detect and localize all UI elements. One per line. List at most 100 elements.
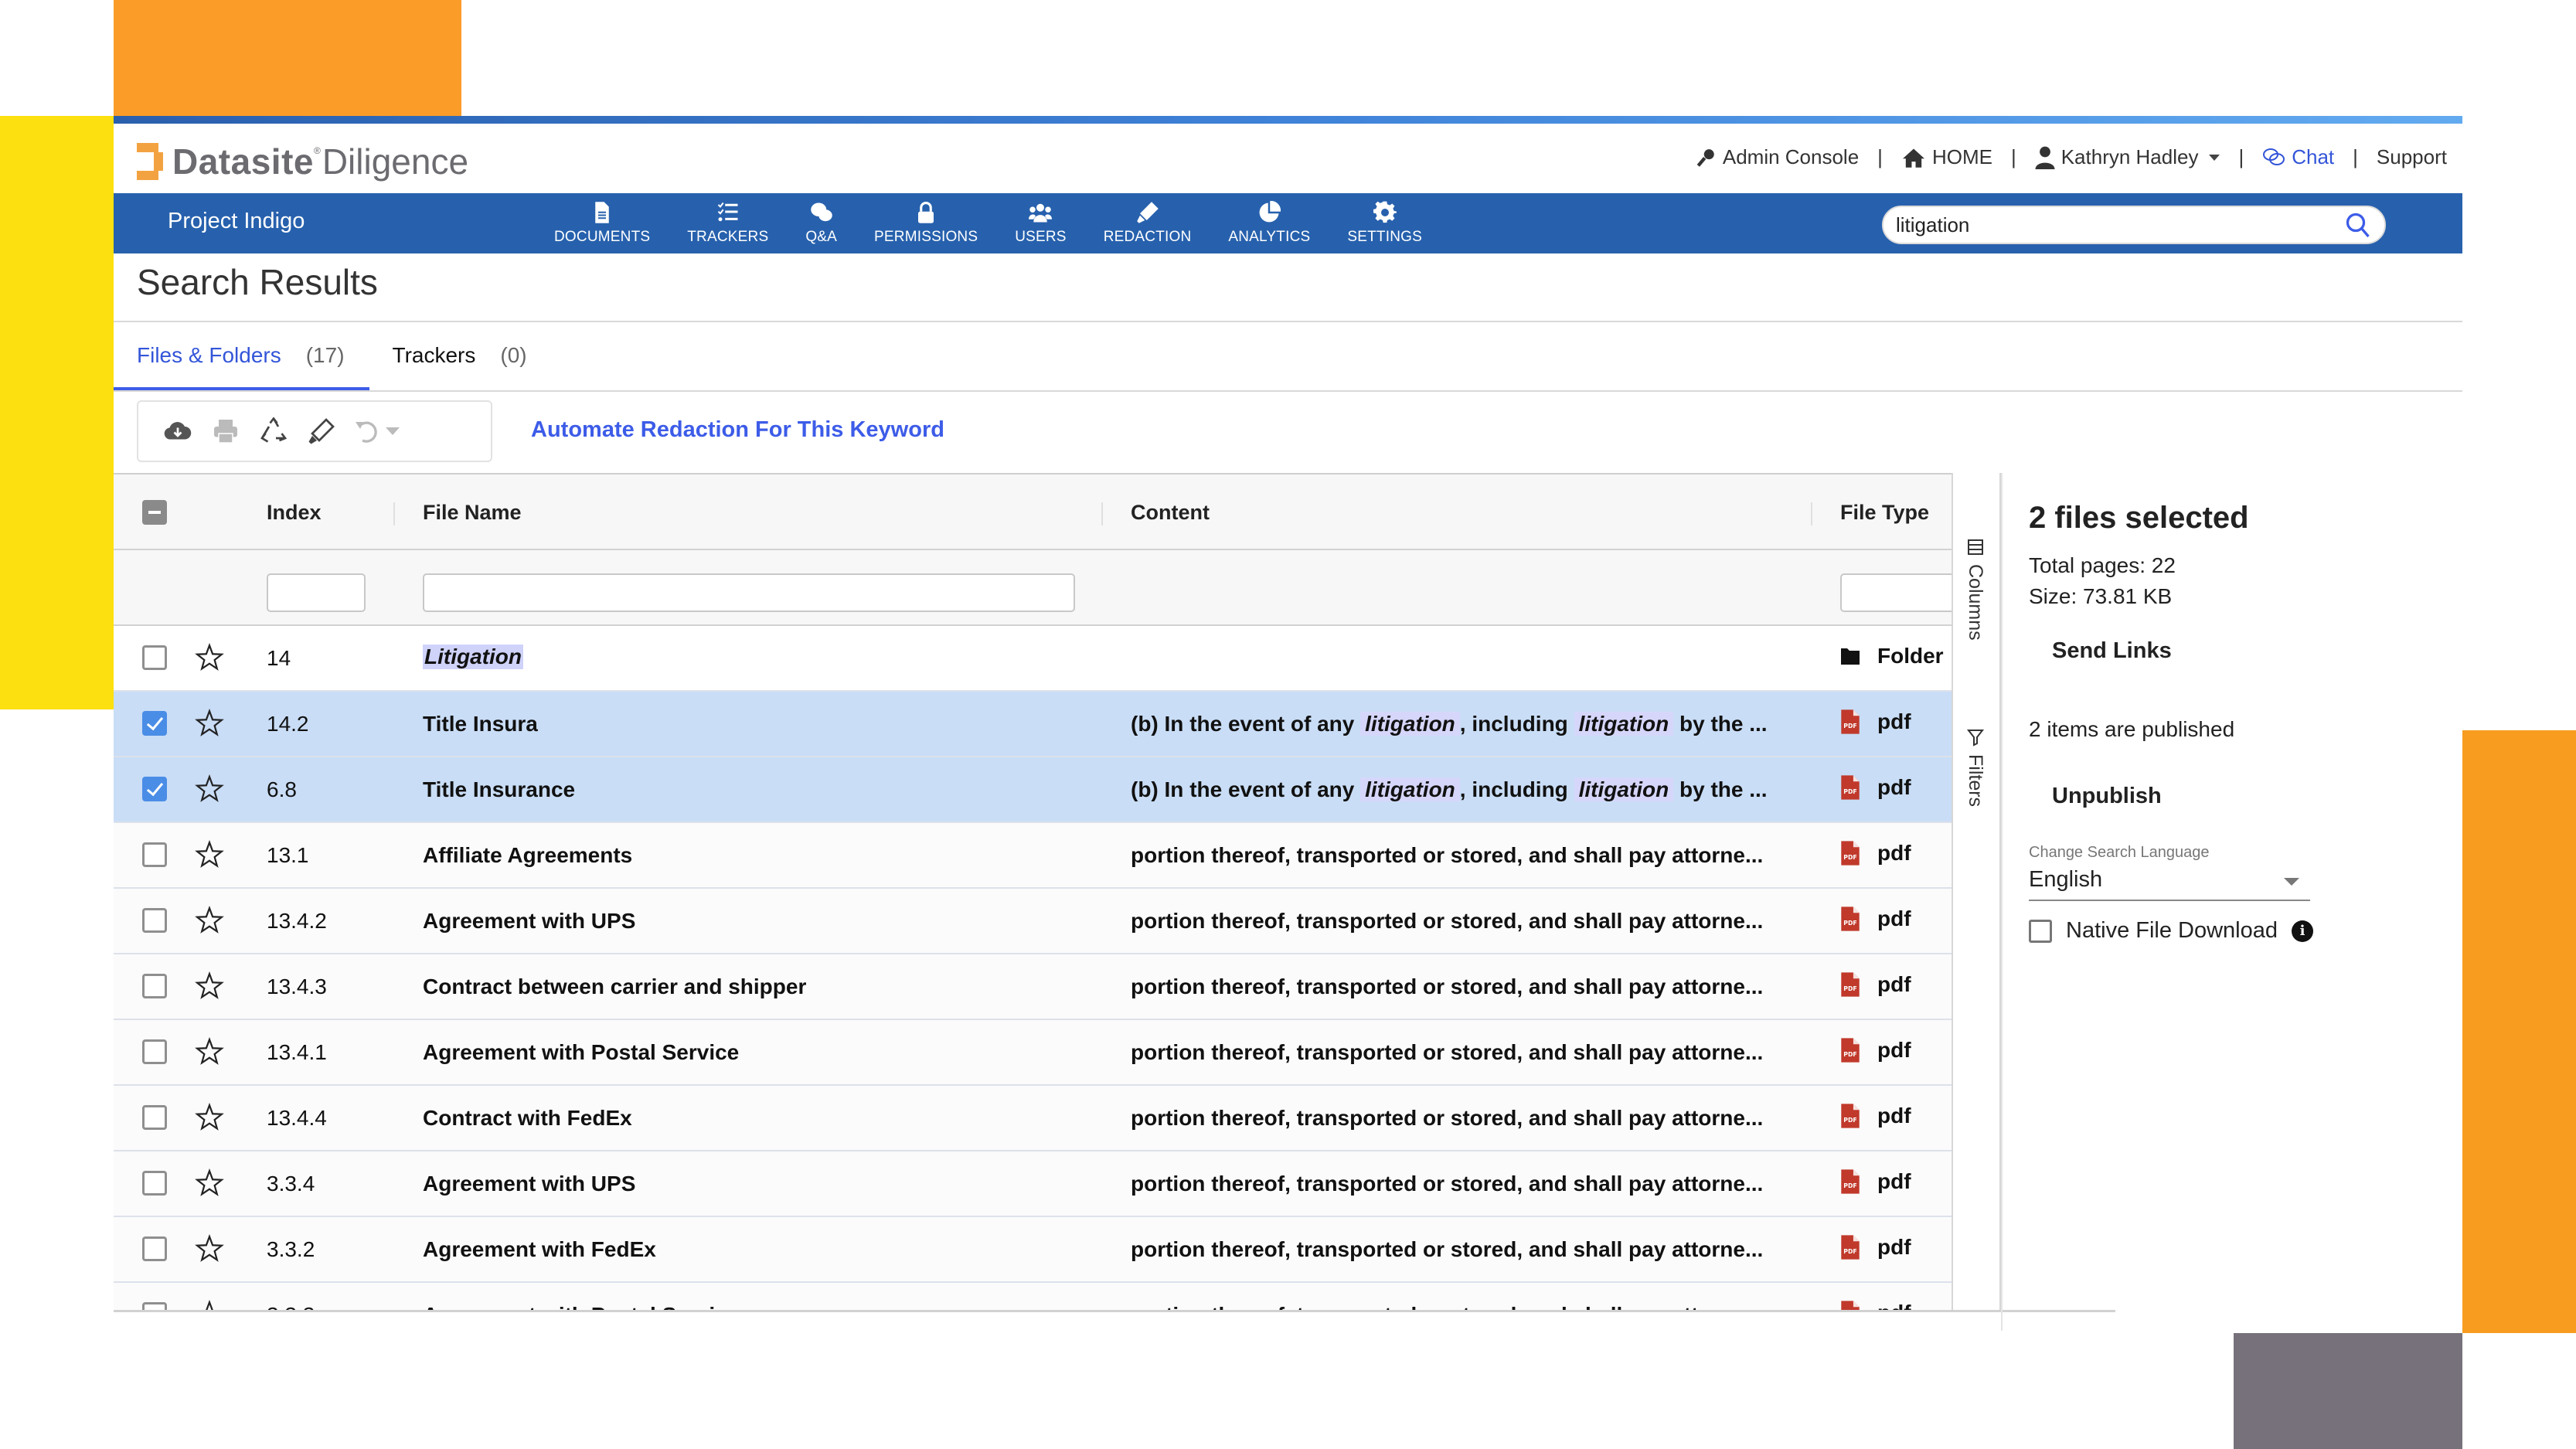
index-filter-input[interactable] [267, 573, 366, 612]
row-file-name[interactable]: Agreement with FedEx [423, 1237, 656, 1262]
star-icon[interactable] [195, 971, 224, 1001]
search-box[interactable] [1882, 206, 2386, 244]
support-link[interactable]: Support [2377, 145, 2447, 169]
column-separator[interactable] [1101, 502, 1103, 526]
row-file-name[interactable]: Affiliate Agreements [423, 843, 632, 868]
star-icon[interactable] [195, 1168, 224, 1198]
star-icon[interactable] [195, 905, 224, 935]
svg-text:PDF: PDF [1843, 920, 1857, 927]
column-header-file-name[interactable]: File Name [423, 501, 522, 525]
user-menu[interactable]: Kathryn Hadley [2035, 145, 2220, 169]
nav-qa[interactable]: Q&A [805, 201, 837, 246]
nav-trackers[interactable]: TRACKERS [687, 201, 768, 246]
download-button[interactable] [154, 408, 202, 454]
table-row[interactable]: 6.8 Title Insurance (b) In the event of an… [114, 757, 1952, 823]
row-checkbox[interactable] [142, 974, 167, 998]
table-row[interactable]: 13.1 Affiliate Agreements portion thereof,… [114, 823, 1952, 889]
tab-count: (17) [305, 343, 345, 367]
row-checkbox[interactable] [142, 711, 167, 736]
select-all-checkbox[interactable] [142, 500, 167, 525]
star-icon[interactable] [195, 1102, 224, 1132]
row-checkbox[interactable] [142, 1039, 167, 1064]
table-row[interactable]: 14.2 Title Insura (b) In the event of any … [114, 692, 1952, 757]
column-separator[interactable] [393, 502, 395, 526]
admin-console-link[interactable]: Admin Console [1696, 145, 1859, 169]
row-file-name[interactable]: Contract with FedEx [423, 1106, 632, 1131]
column-header-index[interactable]: Index [267, 501, 322, 525]
nav-redaction[interactable]: REDACTION [1104, 201, 1192, 246]
table-row[interactable]: 3.3.3Agreement with Postal Serviceportio… [114, 1283, 1952, 1311]
search-language-select[interactable]: English [2029, 867, 2310, 901]
redact-button[interactable] [298, 408, 345, 454]
undo-button[interactable] [345, 408, 407, 454]
unpublish-button[interactable]: Unpublish [2052, 784, 2162, 809]
automate-redaction-link[interactable]: Automate Redaction For This Keyword [531, 417, 944, 443]
row-file-name[interactable]: Litigation [423, 645, 523, 669]
row-file-name[interactable]: Agreement with UPS [423, 1172, 635, 1196]
star-icon[interactable] [195, 1036, 224, 1066]
columns-tool-tab[interactable]: Columns [1964, 538, 1986, 641]
recycle-button[interactable] [250, 408, 298, 454]
row-checkbox[interactable] [142, 1236, 167, 1261]
chat-icon [2263, 148, 2285, 165]
column-separator[interactable] [1811, 502, 1812, 526]
info-icon[interactable]: i [2292, 920, 2314, 942]
row-checkbox[interactable] [142, 645, 167, 670]
row-content-snippet: portion thereof, transported or stored, … [1131, 1237, 1764, 1261]
star-icon[interactable] [195, 1233, 224, 1264]
table-row[interactable]: 13.4.4 Contract with FedEx portion thereof… [114, 1086, 1952, 1151]
filter-icon [1966, 730, 1984, 747]
home-label: HOME [1931, 145, 1992, 168]
star-icon[interactable] [195, 839, 224, 869]
row-checkbox[interactable] [142, 908, 167, 933]
keyword-highlight: litigation [1360, 712, 1460, 736]
project-name[interactable]: Project Indigo [168, 209, 305, 234]
send-links-button[interactable]: Send Links [2052, 638, 2172, 664]
chat-link[interactable]: Chat [2262, 145, 2334, 169]
total-size: Size: 73.81 KB [2029, 584, 2173, 608]
filters-tool-tab[interactable]: Filters [1964, 728, 1986, 807]
native-file-download-label[interactable]: Native File Download [2066, 918, 2278, 944]
row-file-name[interactable]: Title Insura [423, 712, 538, 736]
admin-console-label: Admin Console [1722, 145, 1860, 168]
tab-trackers[interactable]: Trackers (0) [369, 321, 552, 390]
table-row[interactable]: 3.3.2 Agreement with FedEx portion thereof… [114, 1217, 1952, 1283]
row-checkbox[interactable] [142, 1171, 167, 1196]
row-file-name[interactable]: Title Insurance [423, 777, 575, 802]
row-checkbox[interactable] [142, 842, 167, 867]
nav-users[interactable]: USERS [1015, 201, 1066, 246]
row-file-name[interactable]: Agreement with UPS [423, 909, 635, 934]
table-row[interactable]: 13.4.1 Agreement with Postal Service porti… [114, 1020, 1952, 1086]
column-header-file-type[interactable]: File Type [1840, 501, 1929, 525]
star-icon[interactable] [195, 642, 224, 672]
nav-analytics[interactable]: ANALYTICS [1228, 201, 1310, 246]
row-checkbox[interactable] [142, 777, 167, 801]
file-name-filter-input[interactable] [423, 573, 1075, 612]
print-button[interactable] [202, 408, 250, 454]
datasite-logo[interactable]: Datasite ® Diligence [137, 141, 468, 182]
column-header-content[interactable]: Content [1131, 501, 1210, 525]
file-type-filter-input[interactable] [1840, 573, 1952, 612]
home-link[interactable]: HOME [1901, 145, 1992, 169]
search-icon[interactable] [2344, 211, 2372, 239]
results-table: Index File Name Content File Type 14 Liti… [114, 473, 1952, 1311]
search-input[interactable] [1896, 213, 2344, 237]
tab-files-folders[interactable]: Files & Folders (17) [114, 321, 369, 390]
table-row[interactable]: 14 Litigation Folder [114, 626, 1952, 692]
page-title: Search Results [137, 262, 378, 302]
pdf-icon: PDF [1841, 1038, 1860, 1063]
native-file-download-checkbox[interactable] [2029, 919, 2052, 943]
row-file-name[interactable]: Contract between carrier and shipper [423, 975, 806, 999]
table-row[interactable]: 13.4.3 Contract between carrier and shipp… [114, 954, 1952, 1020]
nav-documents[interactable]: DOCUMENTS [554, 201, 650, 246]
star-icon[interactable] [195, 774, 224, 804]
row-checkbox[interactable] [142, 1105, 167, 1130]
divider [114, 390, 2462, 392]
nav-settings[interactable]: SETTINGS [1347, 201, 1422, 246]
nav-permissions[interactable]: PERMISSIONS [874, 201, 978, 246]
star-icon[interactable] [195, 708, 224, 738]
table-row[interactable]: 3.3.4 Agreement with UPS portion thereof, … [114, 1151, 1952, 1217]
row-file-type: PDF pdf [1840, 1037, 1911, 1063]
table-row[interactable]: 13.4.2 Agreement with UPS portion thereof,… [114, 889, 1952, 954]
row-file-name[interactable]: Agreement with Postal Service [423, 1040, 739, 1065]
